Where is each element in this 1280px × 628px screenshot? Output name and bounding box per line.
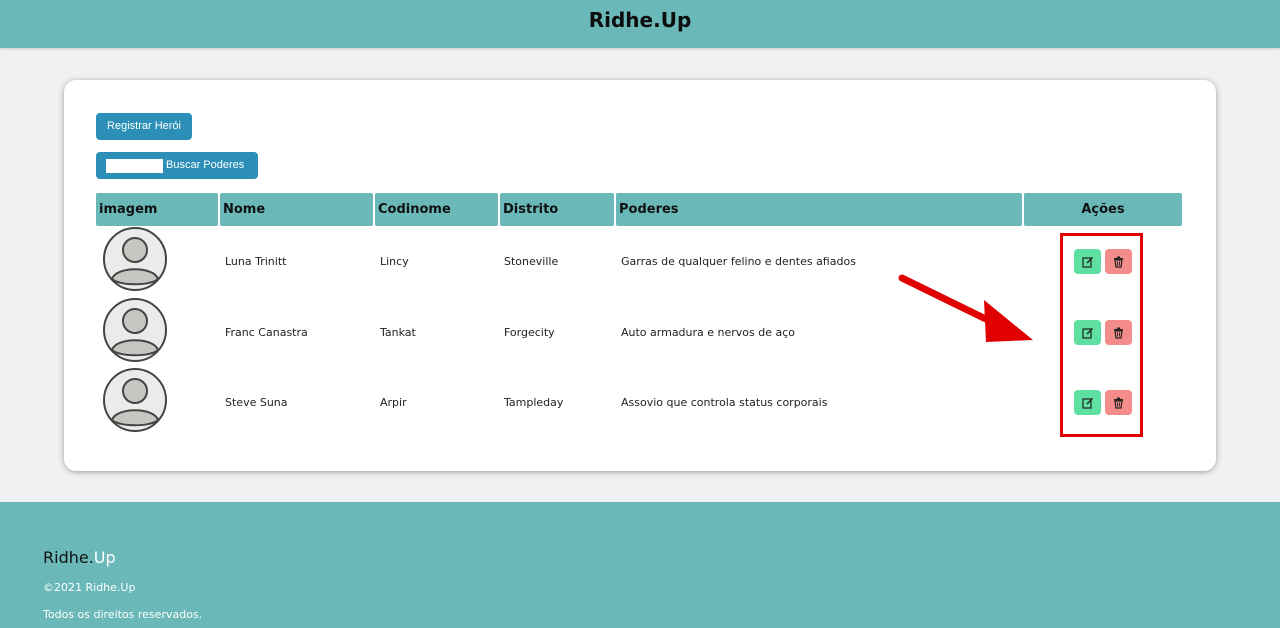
user-avatar-icon bbox=[103, 368, 167, 432]
column-header-distrito: Distrito bbox=[500, 193, 614, 226]
app-title: Ridhe.Up bbox=[588, 8, 692, 32]
column-header-codinome: Codinome bbox=[375, 193, 498, 226]
user-avatar-icon bbox=[103, 227, 167, 291]
hero-codename: Arpir bbox=[380, 396, 407, 409]
footer-brand-accent: Up bbox=[93, 548, 116, 567]
hero-powers: Garras de qualquer felino e dentes afiad… bbox=[621, 255, 856, 268]
heroes-card: Registrar Herói Buscar Poderes imagem No… bbox=[64, 80, 1216, 471]
footer: Ridhe.Up ©2021 Ridhe.Up Todos os direito… bbox=[0, 502, 1280, 628]
search-input[interactable] bbox=[106, 159, 163, 173]
hero-name: Luna Trinitt bbox=[225, 255, 287, 268]
column-header-nome: Nome bbox=[220, 193, 373, 226]
hero-district: Stoneville bbox=[504, 255, 559, 268]
hero-powers: Auto armadura e nervos de aço bbox=[621, 326, 796, 339]
hero-district: Forgecity bbox=[504, 326, 555, 339]
search-powers-button[interactable]: Buscar Poderes bbox=[166, 152, 256, 179]
footer-brand-main: Ridhe. bbox=[43, 548, 94, 567]
hero-codename: Lincy bbox=[380, 255, 409, 268]
top-navbar: Ridhe.Up bbox=[0, 0, 1280, 48]
column-header-imagem: imagem bbox=[96, 193, 218, 226]
search-powers-form: Buscar Poderes bbox=[96, 152, 258, 179]
rights-text: Todos os direitos reservados. bbox=[43, 608, 203, 621]
footer-brand: Ridhe.Up bbox=[43, 548, 116, 567]
hero-district: Tampleday bbox=[504, 396, 564, 409]
column-header-acoes: Ações bbox=[1024, 193, 1182, 226]
column-header-poderes: Poderes bbox=[616, 193, 1022, 226]
hero-name: Steve Suna bbox=[225, 396, 288, 409]
annotation-highlight-box bbox=[1060, 233, 1143, 437]
register-hero-button[interactable]: Registrar Herói bbox=[96, 113, 192, 140]
hero-powers: Assovio que controla status corporais bbox=[621, 396, 828, 409]
user-avatar-icon bbox=[103, 298, 167, 362]
hero-codename: Tankat bbox=[380, 326, 416, 339]
copyright-text: ©2021 Ridhe.Up bbox=[43, 581, 136, 594]
annotation-arrow-icon bbox=[898, 274, 1033, 342]
hero-name: Franc Canastra bbox=[225, 326, 308, 339]
